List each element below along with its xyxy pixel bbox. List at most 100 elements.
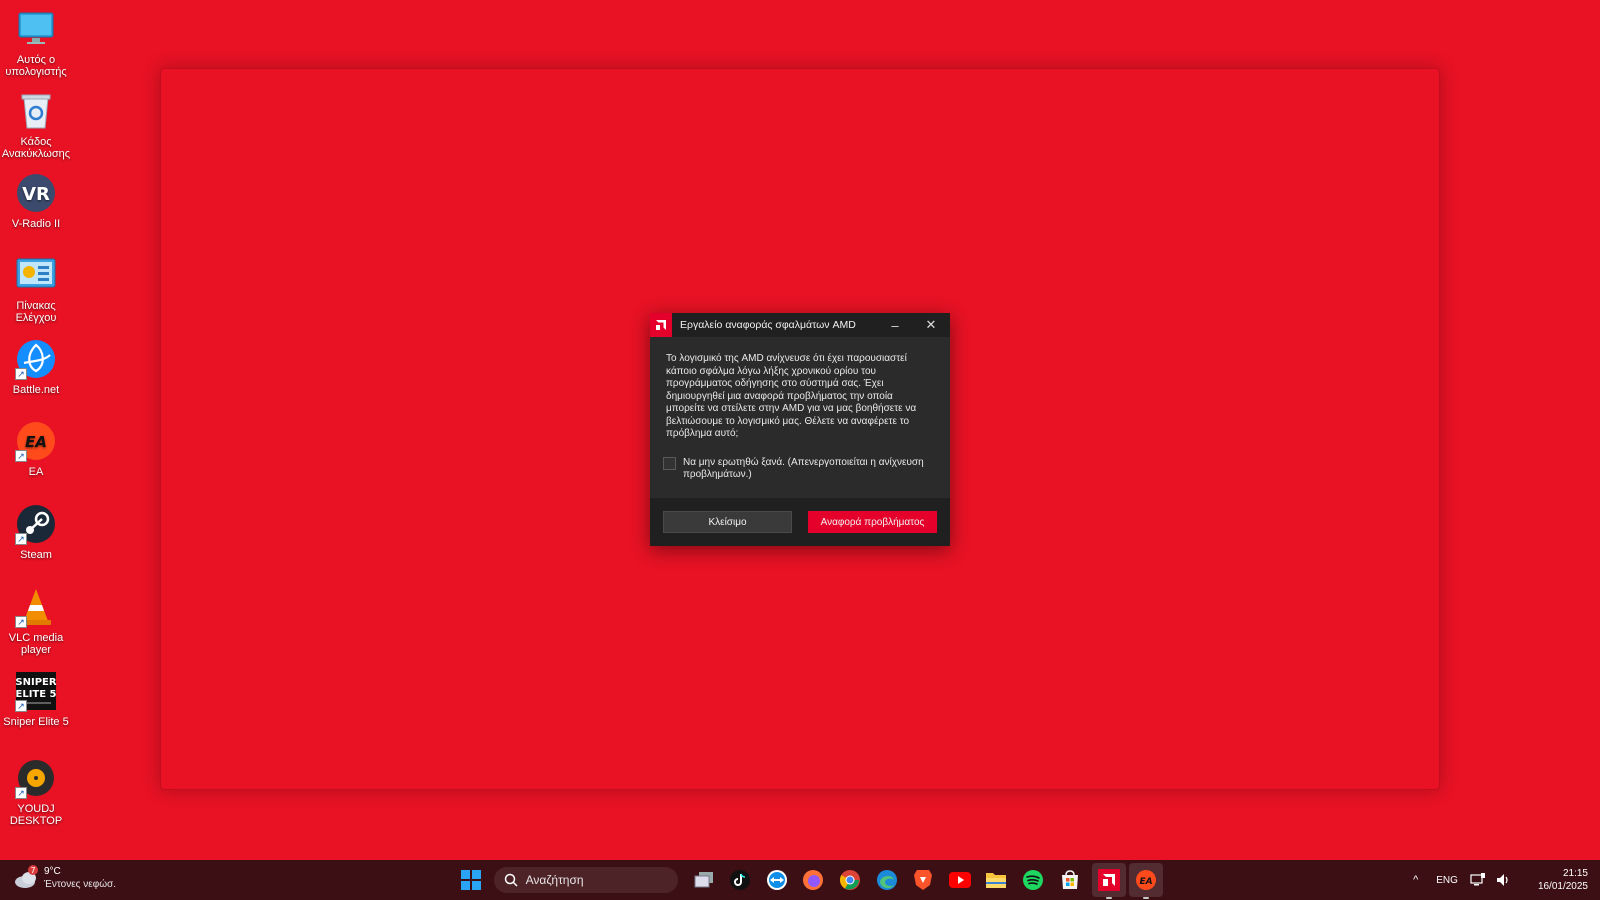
- spotify-button[interactable]: [1019, 866, 1047, 894]
- dialog-footer: Κλείσιμο Αναφορά προβλήματος: [650, 498, 950, 546]
- desktop-icon-vlc[interactable]: ↗ VLC media player: [0, 586, 72, 656]
- steam-icon: ↗: [15, 503, 57, 545]
- system-tray: ^ ENG 21:15 16/01/2025: [1413, 860, 1588, 900]
- desktop-icon-label: EA: [28, 466, 44, 478]
- desktop-icon-label: Battle.net: [12, 384, 60, 396]
- svg-text:SNIPER: SNIPER: [15, 677, 56, 688]
- dont-ask-again-label[interactable]: Να μην ερωτηθώ ξανά. (Απενεργοποιείται η…: [683, 457, 934, 482]
- dialog-title: Εργαλείο αναφοράς σφαλμάτων AMD: [680, 319, 856, 331]
- monitor-icon: [15, 8, 57, 50]
- report-problem-button[interactable]: Αναφορά προβλήματος: [808, 511, 937, 533]
- desktop-icon-vradio[interactable]: VR V-Radio II: [0, 172, 72, 230]
- weather-description: Έντονες νεφώσ.: [44, 879, 116, 890]
- brave-icon: [914, 870, 933, 890]
- dont-ask-again-row[interactable]: Να μην ερωτηθώ ξανά. (Απενεργοποιείται η…: [663, 456, 934, 482]
- tiktok-icon: [730, 870, 751, 890]
- edge-icon: [876, 870, 897, 890]
- recycle-bin-icon: [15, 90, 57, 132]
- task-view-button[interactable]: [690, 866, 718, 894]
- svg-text:7: 7: [30, 866, 35, 875]
- search-placeholder: Αναζήτηση: [525, 873, 584, 887]
- desktop-icon-label: VLC media player: [8, 632, 64, 656]
- shortcut-arrow-icon: ↗: [15, 700, 27, 712]
- taskbar-search-box[interactable]: Αναζήτηση: [493, 867, 678, 893]
- desktop-icon-label: Sniper Elite 5: [3, 716, 69, 728]
- ea-icon: EA ↗: [15, 420, 57, 462]
- teamviewer-button[interactable]: [763, 866, 791, 894]
- svg-text:EA: EA: [25, 433, 47, 451]
- chrome-button[interactable]: [836, 866, 864, 894]
- desktop-icon-steam[interactable]: ↗ Steam: [0, 503, 72, 561]
- desktop-icon-recycle-bin[interactable]: Κάδος Ανακύκλωσης: [0, 90, 72, 160]
- weather-widget[interactable]: 7 9°C Έντονες νεφώσ.: [12, 864, 116, 892]
- weather-temperature: 9°C: [44, 866, 61, 877]
- ea-app-button[interactable]: EA: [1129, 863, 1164, 899]
- sniper-elite-icon: SNIPER ELITE 5 ↗: [15, 670, 57, 712]
- shortcut-arrow-icon: ↗: [15, 616, 27, 628]
- desktop-icon-label: Steam: [20, 549, 52, 561]
- dont-ask-again-checkbox[interactable]: [663, 456, 676, 470]
- youdj-icon: ↗: [15, 757, 57, 799]
- desktop-icon-youdj[interactable]: ↗ YOUDJ DESKTOP: [0, 757, 72, 827]
- control-panel-icon: [15, 254, 57, 296]
- desktop-icon-control-panel[interactable]: Πίνακας Ελέγχου: [0, 254, 72, 324]
- show-hidden-icons-button[interactable]: ^: [1413, 874, 1418, 886]
- vlc-icon: ↗: [15, 586, 57, 628]
- running-indicator: [1143, 897, 1150, 899]
- desktop-icon-ea[interactable]: EA ↗ EA: [0, 420, 72, 478]
- shortcut-arrow-icon: ↗: [15, 368, 27, 380]
- vradio-icon: VR: [15, 172, 57, 214]
- desktop-icon-label: Αυτός ο υπολογιστής: [5, 54, 67, 78]
- taskbar-apps: Αναζήτηση EA: [457, 863, 1166, 899]
- edge-button[interactable]: [873, 866, 901, 894]
- svg-text:ELITE 5: ELITE 5: [15, 689, 56, 700]
- desktop-icon-label: V-Radio II: [11, 218, 61, 230]
- youtube-button[interactable]: [946, 866, 974, 894]
- task-view-icon: [694, 872, 713, 888]
- svg-text:EA: EA: [1140, 877, 1153, 887]
- desktop-icon-sniper-elite[interactable]: SNIPER ELITE 5 ↗ Sniper Elite 5: [0, 670, 72, 728]
- language-indicator[interactable]: ENG: [1436, 875, 1458, 886]
- clock-date: 16/01/2025: [1537, 881, 1588, 892]
- chrome-icon: [839, 870, 860, 890]
- desktop-icon-label: YOUDJ DESKTOP: [9, 803, 63, 827]
- shortcut-arrow-icon: ↗: [15, 533, 27, 545]
- microsoft-store-icon: [1061, 870, 1078, 889]
- amd-software-button[interactable]: [1092, 863, 1127, 899]
- desktop-icon-label: Κάδος Ανακύκλωσης: [1, 136, 71, 160]
- dialog-message: Το λογισμικό της AMD ανίχνευσε ότι έχει …: [666, 353, 917, 439]
- volume-icon[interactable]: [1496, 873, 1512, 887]
- svg-text:VR: VR: [22, 184, 50, 205]
- cloudy-weather-icon: 7: [12, 864, 40, 892]
- spotify-icon: [1022, 870, 1043, 890]
- file-explorer-icon: [986, 873, 1007, 888]
- minimize-button[interactable]: –: [878, 313, 912, 337]
- amd-bug-report-dialog: Εργαλείο αναφοράς σφαλμάτων AMD – ✕ Το λ…: [650, 313, 950, 546]
- network-icon[interactable]: [1470, 873, 1486, 887]
- firefox-icon: [803, 870, 824, 890]
- shortcut-arrow-icon: ↗: [15, 787, 27, 799]
- search-icon: [504, 873, 518, 887]
- tiktok-button[interactable]: [726, 866, 754, 894]
- amd-software-icon: [1098, 869, 1121, 891]
- firefox-button[interactable]: [799, 866, 827, 894]
- brave-button[interactable]: [909, 866, 937, 894]
- windows-start-icon: [461, 870, 481, 890]
- microsoft-store-button[interactable]: [1056, 866, 1084, 894]
- running-indicator: [1106, 897, 1113, 899]
- clock-time: 21:15: [1562, 868, 1588, 879]
- close-icon: ✕: [925, 317, 937, 332]
- minimize-icon: –: [891, 317, 899, 333]
- clock[interactable]: 21:15 16/01/2025: [1538, 867, 1588, 893]
- desktop-icon-battlenet[interactable]: ↗ Battle.net: [0, 338, 72, 396]
- shortcut-arrow-icon: ↗: [15, 450, 27, 462]
- teamviewer-icon: [766, 870, 787, 890]
- file-explorer-button[interactable]: [982, 866, 1010, 894]
- dialog-titlebar[interactable]: Εργαλείο αναφοράς σφαλμάτων AMD – ✕: [650, 313, 950, 337]
- ea-app-icon: EA: [1136, 870, 1157, 890]
- close-button[interactable]: Κλείσιμο: [663, 511, 792, 533]
- close-window-button[interactable]: ✕: [914, 313, 948, 337]
- dialog-body: Το λογισμικό της AMD ανίχνευσε ότι έχει …: [650, 337, 950, 498]
- windows-start-button[interactable]: [457, 866, 485, 894]
- desktop-icon-this-pc[interactable]: Αυτός ο υπολογιστής: [0, 8, 72, 78]
